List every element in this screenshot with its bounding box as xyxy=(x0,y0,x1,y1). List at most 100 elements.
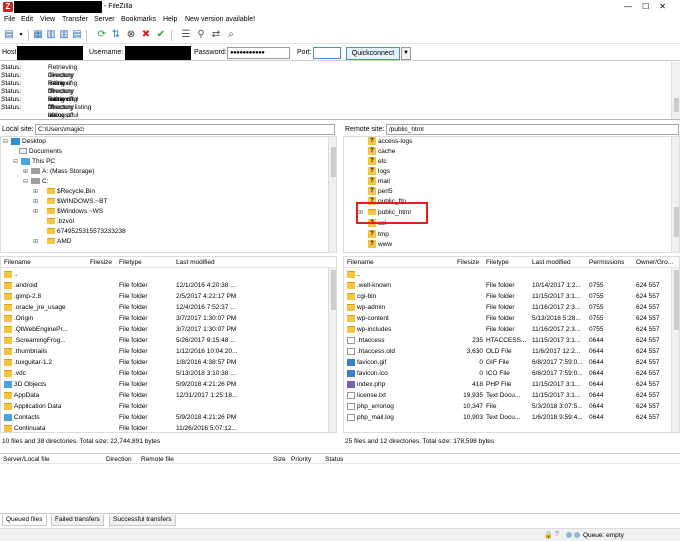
directory-compare-icon[interactable]: ☰ xyxy=(180,29,192,41)
cancel-icon[interactable]: ⊗ xyxy=(125,29,137,41)
site-manager-icon[interactable]: ▤ xyxy=(3,29,15,41)
disconnect-icon[interactable]: ✖ xyxy=(140,29,152,41)
remote-tree-scrollbar[interactable] xyxy=(671,137,679,252)
tree-item-this-pc[interactable]: ⊟ This PC xyxy=(13,157,55,167)
local-tree-scrollbar[interactable] xyxy=(328,137,336,252)
host-input[interactable] xyxy=(17,46,83,60)
col-filename[interactable]: Filename xyxy=(347,257,374,268)
col-last-modified[interactable]: Last modified xyxy=(532,257,571,268)
remote-file-row[interactable]: wp-content File folder 5/13/2018 5:28... 07… xyxy=(344,313,679,324)
remote-file-row[interactable]: favicon.ico 0 ICO File 6/8/2017 7:59:0... 06… xyxy=(344,368,679,379)
remote-tree-item[interactable]: ? mail xyxy=(368,177,390,187)
col-filetype[interactable]: Filetype xyxy=(486,257,509,268)
remote-tree-item[interactable]: ? etc xyxy=(368,157,387,167)
log-scrollbar[interactable] xyxy=(671,62,680,119)
remote-tree-item[interactable]: ? logs xyxy=(368,167,390,177)
local-file-row[interactable]: .. xyxy=(1,269,336,280)
local-file-row[interactable]: AppData File folder 12/31/2017 1:25:18... xyxy=(1,390,336,401)
tree-item-folder[interactable]: .bzvol xyxy=(33,217,74,227)
tab-successful-transfers[interactable]: Successful transfers xyxy=(109,515,176,526)
tree-item-folder[interactable]: 6749525315573233238 xyxy=(33,227,126,237)
local-file-row[interactable]: Contacts File folder 5/9/2018 4:21:26 PM xyxy=(1,412,336,423)
local-file-row[interactable]: .ScreamingFrog... File folder 5/26/2017 9:… xyxy=(1,335,336,346)
col-status[interactable]: Status xyxy=(325,454,343,465)
toggle-remote-tree-icon[interactable]: ▥ xyxy=(58,29,70,41)
remote-file-row[interactable]: .. xyxy=(344,269,679,280)
tree-item-folder[interactable]: ⊞ $WINDOWS.~BT xyxy=(33,197,107,207)
remote-file-row[interactable]: cgi-bin File folder 11/15/2017 3:1... 0755 6… xyxy=(344,291,679,302)
toggle-log-icon[interactable]: ▦ xyxy=(32,29,44,41)
search-icon[interactable]: ⌕ xyxy=(225,29,237,41)
col-size[interactable]: Size xyxy=(273,454,286,465)
remote-path-input[interactable]: /public_html xyxy=(386,124,679,135)
menu-view[interactable]: View xyxy=(40,16,55,23)
dropdown-arrow-icon[interactable]: ▾ xyxy=(15,29,27,41)
tree-item-documents[interactable]: Documents xyxy=(19,147,62,157)
toggle-local-tree-icon[interactable]: ▥ xyxy=(45,29,57,41)
menu-server[interactable]: Server xyxy=(94,16,115,23)
menu-new-version[interactable]: New version available! xyxy=(185,16,255,23)
remote-tree-item[interactable]: ? www xyxy=(368,240,392,250)
tree-item-desktop[interactable]: ⊟ Desktop xyxy=(3,137,46,147)
remote-file-row[interactable]: wp-includes File folder 11/16/2017 2:3... 0… xyxy=(344,324,679,335)
menu-help[interactable]: Help xyxy=(163,16,177,23)
local-file-row[interactable]: .thumbnails File folder 1/12/2016 10:04:20… xyxy=(1,346,336,357)
local-file-row[interactable]: .tuxguitar-1.2 File folder 1/8/2016 4:38:5… xyxy=(1,357,336,368)
remote-file-row[interactable]: .well-known File folder 10/14/2017 1:2... 0… xyxy=(344,280,679,291)
local-file-row[interactable]: Application Data File folder xyxy=(1,401,336,412)
remote-file-row[interactable]: index.php 418 PHP File 11/15/2017 3:1... 064… xyxy=(344,379,679,390)
tree-item-folder[interactable]: ⊞ AMD xyxy=(33,237,71,247)
menu-file[interactable]: File xyxy=(4,16,15,23)
remote-file-row[interactable]: .htaccess 235 HTACCESS... 11/15/2017 3:1...… xyxy=(344,335,679,346)
quickconnect-dropdown[interactable]: ▼ xyxy=(401,47,411,60)
remote-tree-item[interactable]: ? cache xyxy=(368,147,395,157)
remote-list-scrollbar[interactable] xyxy=(671,268,679,432)
col-filesize[interactable]: Filesize xyxy=(457,257,479,268)
tab-failed-transfers[interactable]: Failed transfers xyxy=(51,515,104,526)
username-input[interactable] xyxy=(125,46,191,60)
tree-item-c-drive[interactable]: ⊟ C: xyxy=(23,177,49,187)
reconnect-icon[interactable]: ✔ xyxy=(155,29,167,41)
quickconnect-button[interactable]: Quickconnect xyxy=(346,47,400,60)
tree-item-folder[interactable]: ⊞ $Recycle.Bin xyxy=(33,187,95,197)
remote-file-row[interactable]: license.txt 19,935 Text Docu... 11/15/2017 … xyxy=(344,390,679,401)
local-list-scrollbar[interactable] xyxy=(328,268,336,432)
filter-icon[interactable]: ⚲ xyxy=(195,29,207,41)
col-owner[interactable]: Owner/Gro... xyxy=(636,257,673,268)
tree-item-a-drive[interactable]: ⊞ A: (Mass Storage) xyxy=(23,167,94,177)
remote-file-row[interactable]: wp-admin File folder 11/16/2017 2:3... 0755… xyxy=(344,302,679,313)
col-server-local-file[interactable]: Server/Local file xyxy=(3,454,50,465)
local-file-row[interactable]: .Origin File folder 3/7/2017 1:30:07 PM xyxy=(1,313,336,324)
col-direction[interactable]: Direction xyxy=(106,454,132,465)
window-controls[interactable]: —☐✕ xyxy=(624,2,676,11)
remote-file-row[interactable]: .htaccess.old 3,630 OLD File 11/6/2017 12:2… xyxy=(344,346,679,357)
col-filename[interactable]: Filename xyxy=(4,257,31,268)
refresh-icon[interactable]: ⟳ xyxy=(96,29,108,41)
remote-file-row[interactable]: php_errorlog 10,347 File 5/3/2018 3:07:5...… xyxy=(344,401,679,412)
col-priority[interactable]: Priority xyxy=(291,454,311,465)
remote-tree-item[interactable]: ? tmp xyxy=(368,230,389,240)
tree-item-folder[interactable]: ⊞ $Windows.~WS xyxy=(33,207,103,217)
remote-tree-item[interactable]: ? access-logs xyxy=(368,137,412,147)
col-remote-file[interactable]: Remote file xyxy=(141,454,174,465)
local-file-row[interactable]: .QtWebEnginePr... File folder 3/7/2017 1:3… xyxy=(1,324,336,335)
menu-bookmarks[interactable]: Bookmarks xyxy=(121,16,156,23)
port-input[interactable] xyxy=(313,47,341,59)
remote-file-row[interactable]: favicon.gif 0 GIF File 6/8/2017 7:59:0... 06… xyxy=(344,357,679,368)
local-file-row[interactable]: .gimp-2.8 File folder 2/5/2017 4:22:17 PM xyxy=(1,291,336,302)
col-last-modified[interactable]: Last modified xyxy=(176,257,215,268)
remote-file-row[interactable]: php_mail.log 10,903 Text Docu... 1/6/2018 9… xyxy=(344,412,679,423)
col-filesize[interactable]: Filesize xyxy=(90,257,112,268)
local-file-row[interactable]: .android File folder 12/1/2016 4:20:38 ... xyxy=(1,280,336,291)
local-file-row[interactable]: .oracle_jre_usage File folder 12/4/2016 7:… xyxy=(1,302,336,313)
process-queue-icon[interactable]: ⇅ xyxy=(110,29,122,41)
col-filetype[interactable]: Filetype xyxy=(119,257,142,268)
local-file-row[interactable]: 3D Objects File folder 5/9/2018 4:21:26 PM xyxy=(1,379,336,390)
password-input[interactable]: ●●●●●●●●●●● xyxy=(227,47,290,59)
sync-browse-icon[interactable]: ⇄ xyxy=(210,29,222,41)
menu-edit[interactable]: Edit xyxy=(21,16,33,23)
local-file-row[interactable]: .vdc File folder 5/13/2018 3:10:38 ... xyxy=(1,368,336,379)
toggle-queue-icon[interactable]: ▤ xyxy=(71,29,83,41)
col-permissions[interactable]: Permissions xyxy=(589,257,624,268)
menu-transfer[interactable]: Transfer xyxy=(62,16,88,23)
